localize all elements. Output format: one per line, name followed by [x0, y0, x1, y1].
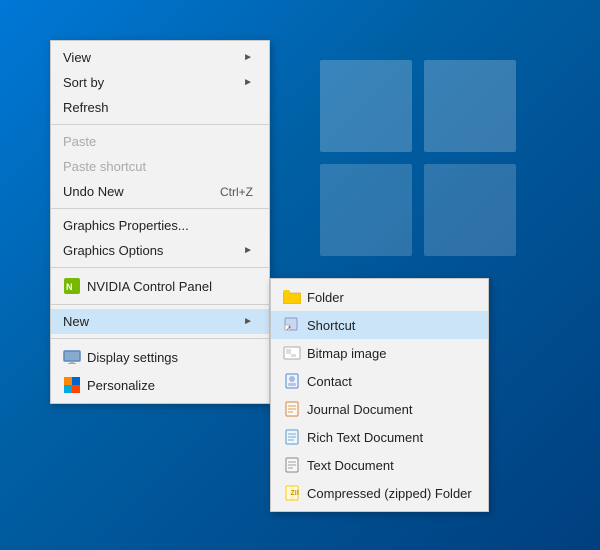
contact-icon: [283, 372, 301, 390]
menu-item-graphics-options[interactable]: Graphics Options ►: [51, 238, 269, 263]
arrow-icon: ►: [243, 316, 253, 327]
svg-text:ZIP: ZIP: [291, 490, 300, 497]
desktop: View ► Sort by ► Refresh Paste Paste sho…: [0, 0, 600, 550]
text-doc-icon: [283, 456, 301, 474]
shortcut-icon: ↗: [283, 316, 301, 334]
menu-item-paste-shortcut: Paste shortcut: [51, 154, 269, 179]
arrow-icon: ►: [243, 52, 253, 63]
arrow-icon: ►: [243, 245, 253, 256]
menu-item-personalize[interactable]: Personalize: [51, 371, 269, 399]
main-context-menu: View ► Sort by ► Refresh Paste Paste sho…: [50, 40, 270, 404]
menu-item-display-settings[interactable]: Display settings: [51, 343, 269, 371]
nvidia-icon: N: [63, 277, 81, 295]
menu-item-shortcut[interactable]: ↗ Shortcut: [271, 311, 488, 339]
menu-item-refresh[interactable]: Refresh: [51, 95, 269, 120]
bitmap-icon: [283, 344, 301, 362]
zip-icon: ZIP: [283, 484, 301, 502]
menu-item-view[interactable]: View ►: [51, 45, 269, 70]
menu-item-contact[interactable]: Contact: [271, 367, 488, 395]
display-settings-icon: [63, 348, 81, 366]
menu-item-nvidia[interactable]: N NVIDIA Control Panel: [51, 272, 269, 300]
menu-item-zip[interactable]: ZIP Compressed (zipped) Folder: [271, 479, 488, 507]
menu-item-journal[interactable]: Journal Document: [271, 395, 488, 423]
menu-separator-5: [51, 338, 269, 339]
menu-item-bitmap[interactable]: Bitmap image: [271, 339, 488, 367]
menu-separator-4: [51, 304, 269, 305]
menu-item-rtf[interactable]: Rich Text Document: [271, 423, 488, 451]
rtf-icon: [283, 428, 301, 446]
menu-item-undo-new[interactable]: Undo New Ctrl+Z: [51, 179, 269, 204]
personalize-icon: [63, 376, 81, 394]
menu-separator-2: [51, 208, 269, 209]
svg-text:↗: ↗: [286, 326, 291, 332]
menu-separator-1: [51, 124, 269, 125]
new-submenu: Folder ↗ Shortcut: [270, 278, 489, 512]
menu-item-folder[interactable]: Folder: [271, 283, 488, 311]
menu-separator-3: [51, 267, 269, 268]
menu-item-paste: Paste: [51, 129, 269, 154]
windows-logo: [320, 60, 520, 260]
folder-icon: [283, 288, 301, 306]
menu-item-new[interactable]: New ►: [51, 309, 269, 334]
journal-icon: [283, 400, 301, 418]
arrow-icon: ►: [243, 77, 253, 88]
menu-item-sort-by[interactable]: Sort by ►: [51, 70, 269, 95]
menu-item-graphics-properties[interactable]: Graphics Properties...: [51, 213, 269, 238]
menu-item-text[interactable]: Text Document: [271, 451, 488, 479]
svg-text:N: N: [66, 282, 73, 292]
